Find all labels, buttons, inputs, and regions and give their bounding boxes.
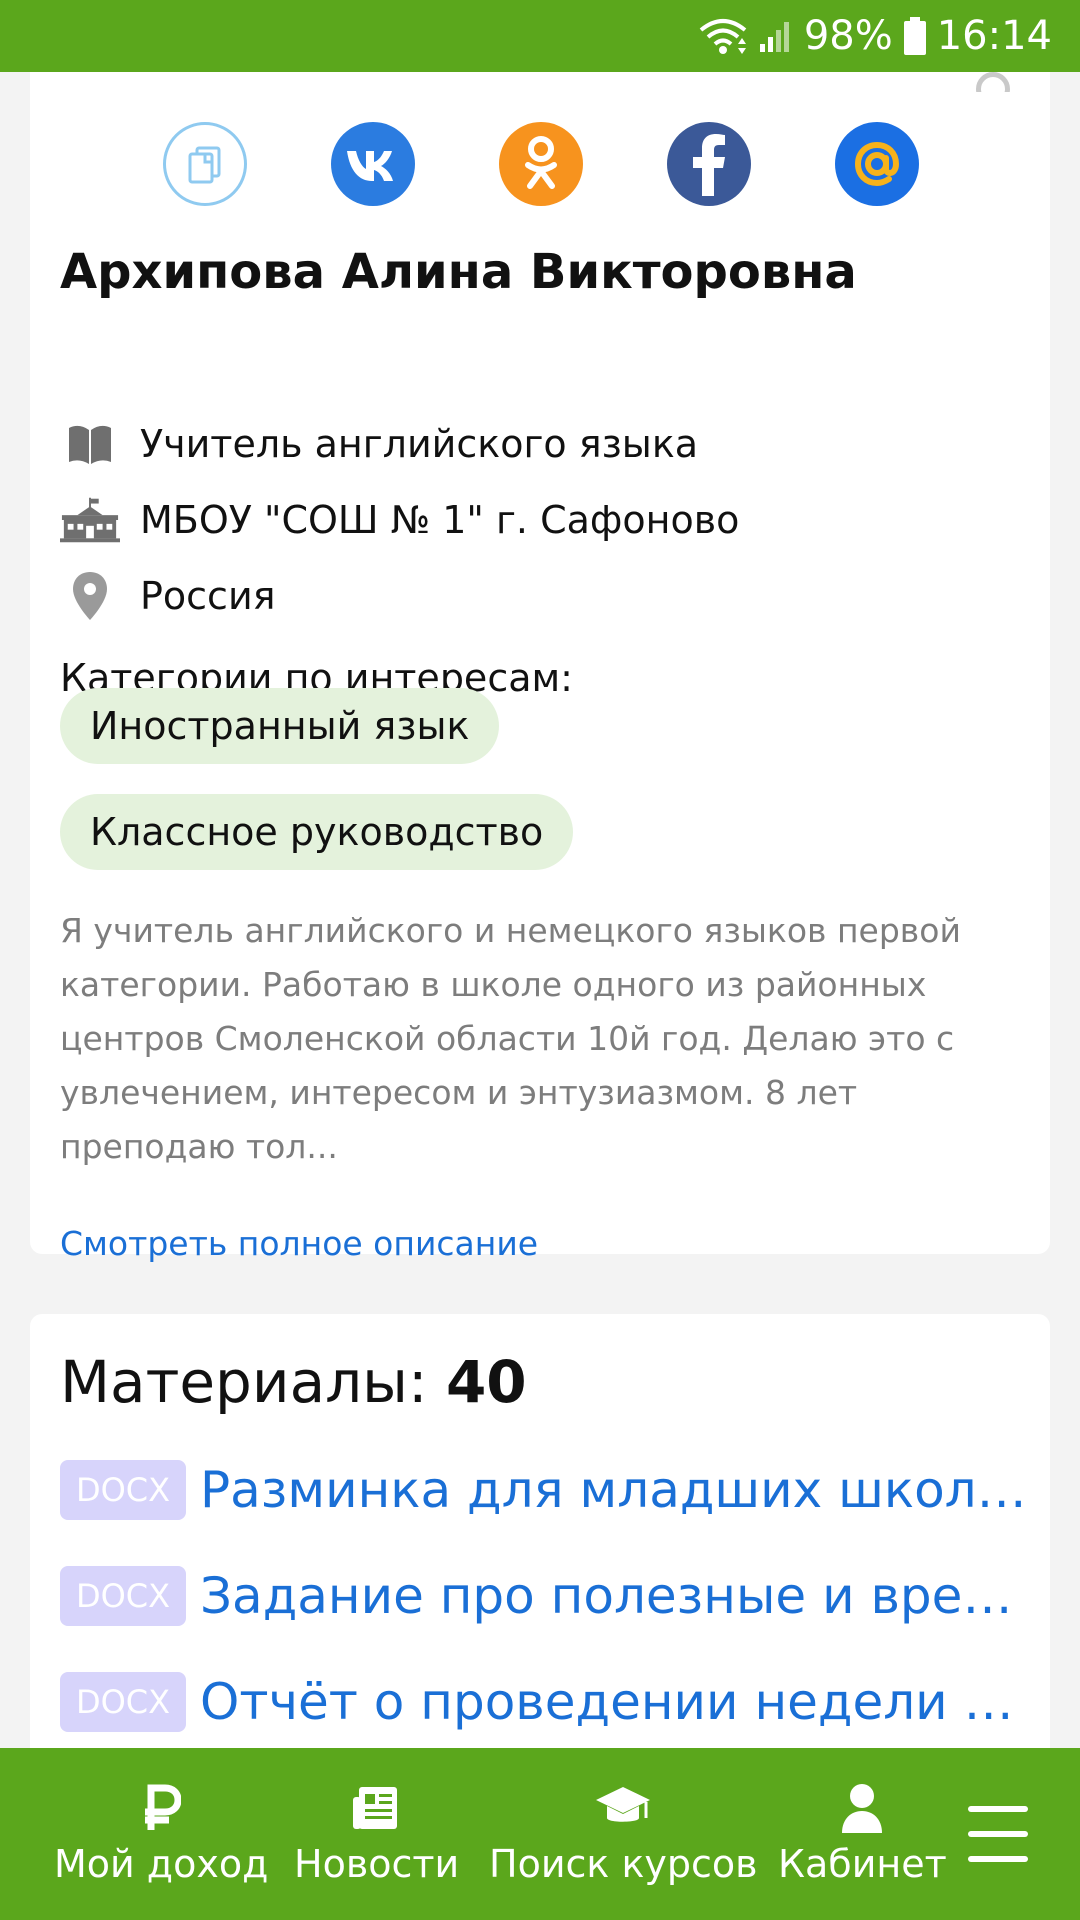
graduation-cap-icon bbox=[594, 1782, 652, 1834]
materials-count: 40 bbox=[445, 1348, 527, 1416]
material-title-link[interactable]: Разминка для младших школьников bbox=[200, 1461, 1040, 1519]
vk-share-button[interactable] bbox=[331, 122, 415, 206]
book-icon bbox=[60, 416, 120, 472]
file-type-badge: DOCX bbox=[60, 1460, 186, 1520]
ruble-icon bbox=[141, 1782, 182, 1834]
teacher-name: Архипова Алина Викторовна bbox=[60, 244, 857, 300]
vk-icon bbox=[347, 151, 393, 181]
wifi-icon bbox=[698, 16, 748, 56]
nav-course-search[interactable]: Поиск курсов bbox=[489, 1748, 758, 1920]
share-buttons bbox=[163, 122, 919, 206]
nav-label: Поиск курсов bbox=[489, 1842, 758, 1886]
newspaper-icon bbox=[352, 1782, 401, 1834]
nav-cabinet[interactable]: Кабинет bbox=[778, 1748, 947, 1920]
nav-label: Новости bbox=[294, 1842, 460, 1886]
copy-link-icon bbox=[188, 146, 221, 184]
material-item[interactable]: DOCX Отчёт о проведении недели иностранн… bbox=[60, 1670, 1040, 1734]
facebook-icon bbox=[693, 134, 725, 196]
facebook-share-button[interactable] bbox=[667, 122, 751, 206]
material-title-link[interactable]: Задание про полезные и вредные продукты bbox=[200, 1567, 1040, 1625]
material-item[interactable]: DOCX Разминка для младших школьников bbox=[60, 1458, 1040, 1522]
mail-ru-icon bbox=[854, 141, 900, 187]
category-tag[interactable]: Классное руководство bbox=[60, 794, 574, 870]
category-tag[interactable]: Иностранный язык bbox=[60, 688, 500, 764]
materials-label: Материалы: bbox=[60, 1348, 428, 1416]
signal-icon bbox=[758, 18, 794, 54]
material-item[interactable]: DOCX Задание про полезные и вредные прод… bbox=[60, 1564, 1040, 1628]
location-pin-icon bbox=[60, 568, 120, 624]
school-row: МБОУ "СОШ № 1" г. Сафоново bbox=[60, 492, 739, 548]
mail-ru-share-button[interactable] bbox=[835, 122, 919, 206]
bottom-navigation: Мой доход Новости Поиск курсов Кабинет bbox=[0, 1748, 1080, 1920]
odnoklassniki-icon bbox=[525, 136, 557, 189]
material-title-link[interactable]: Отчёт о проведении недели иностранного я… bbox=[200, 1673, 1040, 1731]
battery-percent: 98% bbox=[803, 13, 893, 59]
odnoklassniki-share-button[interactable] bbox=[499, 122, 583, 206]
rating-ring-icon bbox=[976, 72, 1010, 92]
user-icon bbox=[840, 1782, 884, 1834]
copy-link-button[interactable] bbox=[163, 122, 247, 206]
show-full-description-link[interactable]: Смотреть полное описание bbox=[60, 1224, 538, 1263]
country-text: Россия bbox=[140, 574, 276, 618]
materials-card: Материалы: 40 DOCX Разминка для младших … bbox=[30, 1314, 1050, 1814]
clock: 16:14 bbox=[936, 13, 1052, 59]
file-type-badge: DOCX bbox=[60, 1672, 186, 1732]
nav-label: Кабинет bbox=[778, 1842, 947, 1886]
profile-card: Архипова Алина Викторовна Учитель англий… bbox=[30, 56, 1050, 1263]
battery-icon bbox=[903, 16, 927, 56]
profile-description: Я учитель английского и немецкого языков… bbox=[60, 911, 961, 1166]
file-type-badge: DOCX bbox=[60, 1566, 186, 1626]
country-row: Россия bbox=[60, 568, 276, 624]
status-bar: 98% 16:14 bbox=[0, 0, 1080, 72]
school-text: МБОУ "СОШ № 1" г. Сафоново bbox=[140, 498, 740, 542]
nav-label: Мой доход bbox=[54, 1842, 269, 1886]
nav-news[interactable]: Новости bbox=[294, 1748, 459, 1920]
subject-row: Учитель английского языка bbox=[60, 416, 698, 472]
subject-text: Учитель английского языка bbox=[140, 422, 699, 466]
school-icon bbox=[60, 492, 120, 548]
nav-my-income[interactable]: Мой доход bbox=[54, 1748, 268, 1920]
hamburger-menu-icon[interactable] bbox=[968, 1806, 1028, 1862]
materials-heading: Материалы: 40 bbox=[60, 1348, 527, 1416]
